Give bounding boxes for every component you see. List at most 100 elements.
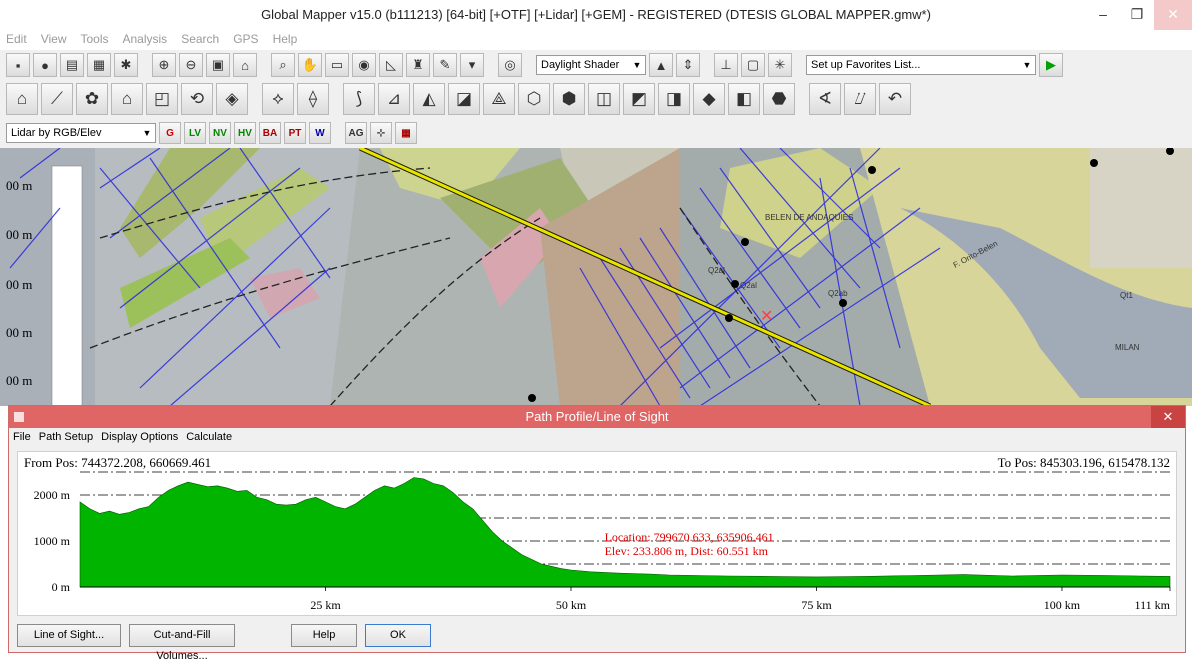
- menu-gps[interactable]: GPS: [233, 30, 258, 48]
- reverse-icon[interactable]: ↶: [879, 83, 911, 115]
- overlay-control-icon[interactable]: ▦: [87, 53, 111, 77]
- save-icon[interactable]: ▪: [6, 53, 30, 77]
- create-point-icon[interactable]: ✿: [76, 83, 108, 115]
- profile-chart: From Pos: 744372.208, 660669.461 To Pos:…: [24, 455, 1171, 612]
- zoom-out-icon[interactable]: ⊖: [179, 53, 203, 77]
- dialog-menu-file[interactable]: File: [13, 428, 31, 446]
- dialog-menu-display-options[interactable]: Display Options: [101, 428, 178, 446]
- lidar-building-button[interactable]: BA: [259, 122, 281, 144]
- measure-tool-icon[interactable]: ▭: [325, 53, 349, 77]
- zoom-tool-icon[interactable]: ⌕: [271, 53, 295, 77]
- digitizer-icon[interactable]: ✎: [433, 53, 457, 77]
- lidar-tower-button[interactable]: PT: [284, 122, 306, 144]
- fly-icon[interactable]: ✳: [768, 53, 792, 77]
- chevron-down-icon: ▼: [142, 128, 152, 138]
- ok-button[interactable]: OK: [365, 624, 431, 647]
- map-place-label: Q2al: [708, 266, 725, 275]
- line-of-sight-button[interactable]: Line of Sight...: [17, 624, 121, 647]
- to-position-label: To Pos: 845303.196, 615478.132: [998, 455, 1170, 470]
- buffer-icon[interactable]: ⊿: [378, 83, 410, 115]
- path-profile-icon[interactable]: ◺: [379, 53, 403, 77]
- menu-search[interactable]: Search: [181, 30, 219, 48]
- fill-area-icon[interactable]: ◆: [693, 83, 725, 115]
- lidar-water-button[interactable]: W: [309, 122, 331, 144]
- lidar-med-veg-button[interactable]: NV: [209, 122, 231, 144]
- join-line-icon[interactable]: ⟠: [297, 83, 329, 115]
- dialog-menu-calculate[interactable]: Calculate: [186, 428, 232, 446]
- svg-text:✕: ✕: [760, 308, 773, 325]
- dialog-title: Path Profile/Line of Sight: [525, 409, 669, 424]
- menu-view[interactable]: View: [41, 30, 67, 48]
- home-icon[interactable]: ⌂: [233, 53, 257, 77]
- dialog-titlebar: Path Profile/Line of Sight ✕: [9, 406, 1185, 428]
- window-controls: – ❐ ✕: [1086, 0, 1192, 30]
- favorites-select[interactable]: Set up Favorites List... ▼: [806, 55, 1036, 75]
- y-tick-label: 2000 m: [34, 488, 71, 502]
- dialog-menu-path-setup[interactable]: Path Setup: [39, 428, 93, 446]
- edit-vertex-icon[interactable]: ⌂: [111, 83, 143, 115]
- pan-tool-icon[interactable]: ✋: [298, 53, 322, 77]
- from-position-label: From Pos: 744372.208, 660669.461: [24, 455, 211, 470]
- shader-settings-icon[interactable]: ▲: [649, 53, 673, 77]
- play-icon[interactable]: ▶: [1039, 53, 1063, 77]
- vertical-exaggeration-icon[interactable]: ⇕: [676, 53, 700, 77]
- map-place-label: Q2al: [740, 281, 757, 290]
- create-line-icon[interactable]: ⟋: [41, 83, 73, 115]
- view-shed-icon[interactable]: ♜: [406, 53, 430, 77]
- x-tick-label: 50 km: [556, 598, 587, 612]
- profile-plot[interactable]: From Pos: 744372.208, 660669.461 To Pos:…: [17, 451, 1177, 616]
- full-view-icon[interactable]: ▣: [206, 53, 230, 77]
- geologic-map: ✕ 00 m 00 m 00 m 00 m 00 m BELEN DE ANDA…: [0, 148, 1192, 406]
- dropdown-arrow-icon[interactable]: ▾: [460, 53, 484, 77]
- smooth-line-icon[interactable]: ⟆: [343, 83, 375, 115]
- menu-analysis[interactable]: Analysis: [123, 30, 168, 48]
- cut-area-icon[interactable]: ◭: [413, 83, 445, 115]
- move-feature-icon[interactable]: ⬣: [763, 83, 795, 115]
- layers-icon[interactable]: ▤: [60, 53, 84, 77]
- shader-select[interactable]: Daylight Shader ▼: [536, 55, 646, 75]
- clip-area-icon[interactable]: ◧: [728, 83, 760, 115]
- crop-icon[interactable]: ◪: [448, 83, 480, 115]
- help-button[interactable]: Help: [291, 624, 357, 647]
- lidar-high-veg-button[interactable]: HV: [234, 122, 256, 144]
- rotate-icon[interactable]: ⟲: [181, 83, 213, 115]
- zoom-in-icon[interactable]: ⊕: [152, 53, 176, 77]
- combine-icon[interactable]: ⬡: [518, 83, 550, 115]
- lidar-auto-classify-button[interactable]: AG: [345, 122, 367, 144]
- feature-info-icon[interactable]: ◉: [352, 53, 376, 77]
- offset-icon[interactable]: ⟁: [483, 83, 515, 115]
- menu-help[interactable]: Help: [273, 30, 298, 48]
- config-icon[interactable]: ✱: [114, 53, 138, 77]
- dialog-close-button[interactable]: ✕: [1151, 406, 1185, 428]
- cut-fill-volumes-button[interactable]: Cut-and-Fill Volumes...: [129, 624, 235, 662]
- lidar-filter-icon[interactable]: ⊹: [370, 122, 392, 144]
- menu-tools[interactable]: Tools: [80, 30, 108, 48]
- globe-icon[interactable]: ●: [33, 53, 57, 77]
- lidar-toolbar: Lidar by RGB/Elev ▼ G LV NV HV BA PT W A…: [0, 118, 1192, 148]
- maximize-button[interactable]: ❐: [1120, 0, 1154, 30]
- difference-icon[interactable]: ◩: [623, 83, 655, 115]
- lidar-ground-button[interactable]: G: [159, 122, 181, 144]
- close-button[interactable]: ✕: [1154, 0, 1192, 30]
- lidar-grid-icon[interactable]: ▦: [395, 122, 417, 144]
- elevation-scale-label: 00 m: [6, 227, 32, 242]
- binoculars-icon[interactable]: ◎: [498, 53, 522, 77]
- create-area-icon[interactable]: ⌂: [6, 83, 38, 115]
- x-tick-label: 100 km: [1044, 598, 1081, 612]
- union-icon[interactable]: ◫: [588, 83, 620, 115]
- reshape-icon[interactable]: ∢: [809, 83, 841, 115]
- split-line-icon[interactable]: ⟡: [262, 83, 294, 115]
- grid-icon[interactable]: ◈: [216, 83, 248, 115]
- intersect-icon[interactable]: ⬢: [553, 83, 585, 115]
- area-edit-icon[interactable]: ◰: [146, 83, 178, 115]
- menu-edit[interactable]: Edit: [6, 30, 27, 48]
- area-split-icon[interactable]: ◨: [658, 83, 690, 115]
- window-icon[interactable]: ▢: [741, 53, 765, 77]
- scale-icon[interactable]: ⌰: [844, 83, 876, 115]
- lidar-mode-select[interactable]: Lidar by RGB/Elev ▼: [6, 123, 156, 143]
- 3d-view-icon[interactable]: ⊥: [714, 53, 738, 77]
- map-place-label: BELEN DE ANDAQUIES: [765, 213, 853, 222]
- lidar-low-veg-button[interactable]: LV: [184, 122, 206, 144]
- minimize-button[interactable]: –: [1086, 0, 1120, 30]
- map-view[interactable]: ✕ 00 m 00 m 00 m 00 m 00 m BELEN DE ANDA…: [0, 148, 1192, 406]
